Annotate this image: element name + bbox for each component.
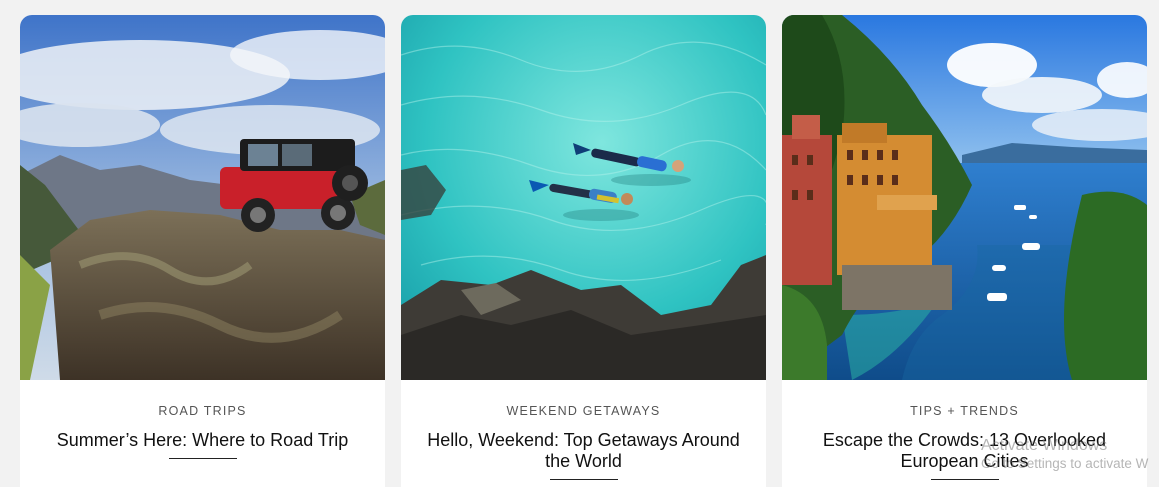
article-card-grid: ROAD TRIPS Summer’s Here: Where to Road … bbox=[20, 15, 1148, 487]
category-link[interactable]: ROAD TRIPS bbox=[20, 404, 385, 418]
article-title[interactable]: Escape the Crowds: 13 Overlooked Europea… bbox=[782, 430, 1147, 472]
article-image-snorkelers[interactable] bbox=[401, 15, 766, 380]
article-card-body: TIPS + TRENDS Escape the Crowds: 13 Over… bbox=[782, 380, 1147, 480]
article-card-tips-trends[interactable]: TIPS + TRENDS Escape the Crowds: 13 Over… bbox=[782, 15, 1147, 487]
article-title[interactable]: Summer’s Here: Where to Road Trip bbox=[20, 430, 385, 451]
title-divider bbox=[549, 479, 618, 480]
title-divider bbox=[930, 479, 999, 480]
coast-photo bbox=[782, 15, 1147, 380]
article-card-weekend-getaways[interactable]: WEEKEND GETAWAYS Hello, Weekend: Top Get… bbox=[401, 15, 766, 487]
article-card-road-trips[interactable]: ROAD TRIPS Summer’s Here: Where to Road … bbox=[20, 15, 385, 487]
snorkel-photo bbox=[401, 15, 766, 380]
article-title[interactable]: Hello, Weekend: Top Getaways Around the … bbox=[401, 430, 766, 472]
article-image-jeep[interactable] bbox=[20, 15, 385, 380]
article-image-coastal-villa[interactable] bbox=[782, 15, 1147, 380]
category-link[interactable]: WEEKEND GETAWAYS bbox=[401, 404, 766, 418]
article-card-body: ROAD TRIPS Summer’s Here: Where to Road … bbox=[20, 380, 385, 459]
category-link[interactable]: TIPS + TRENDS bbox=[782, 404, 1147, 418]
title-divider bbox=[168, 458, 237, 459]
article-card-body: WEEKEND GETAWAYS Hello, Weekend: Top Get… bbox=[401, 380, 766, 480]
jeep-photo bbox=[20, 15, 385, 380]
